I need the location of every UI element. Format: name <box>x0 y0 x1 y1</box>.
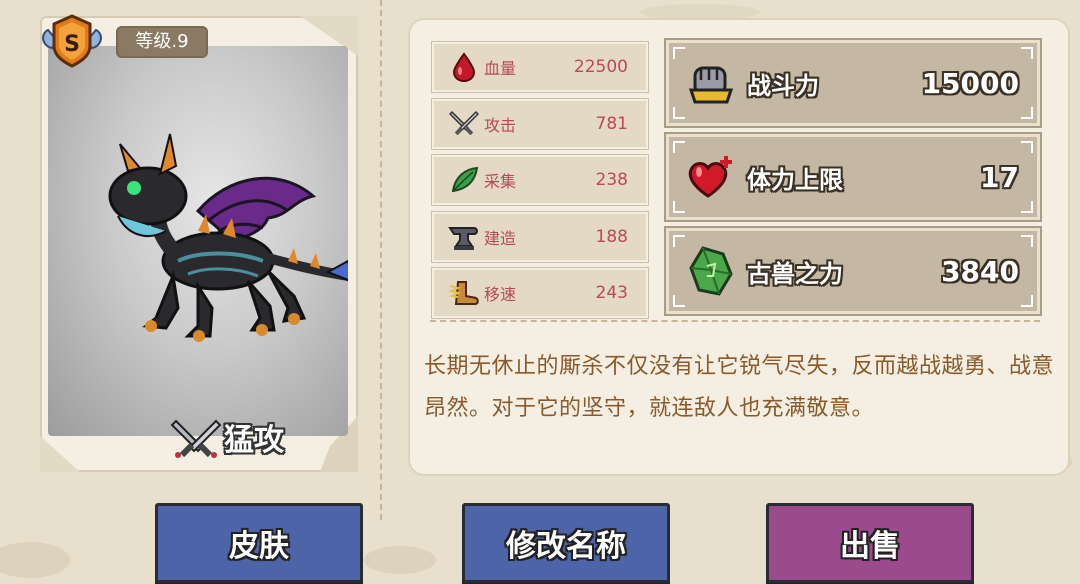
power-stat-value: 17 <box>980 160 1019 194</box>
fist-icon <box>685 57 737 109</box>
power-row-ancient: 古兽之力 3840 <box>666 228 1040 314</box>
leaf-icon <box>446 162 482 198</box>
crossed-swords-icon <box>446 106 482 142</box>
skeleton-dragon-image <box>108 133 348 342</box>
attribute-name: 血量 <box>484 59 517 78</box>
power-stat-list: 战斗力 15000 体力上限 17 古兽之力 3840 <box>666 40 1040 322</box>
anvil-icon <box>446 219 482 255</box>
heart-icon <box>685 151 737 203</box>
svg-text:S: S <box>64 32 80 57</box>
power-stat-name: 古兽之力 <box>747 259 843 288</box>
vertical-divider <box>380 0 382 520</box>
blood-drop-icon <box>446 49 482 85</box>
skill-label: 猛攻 <box>224 423 284 458</box>
attribute-row-build: 建造 188 <box>432 211 648 262</box>
attribute-value: 22500 <box>573 57 628 77</box>
sell-button[interactable]: 出售 <box>766 503 974 583</box>
attribute-value: 781 <box>595 113 628 134</box>
crossed-swords-skill-icon <box>170 419 222 458</box>
power-stat-value: 3840 <box>941 254 1019 288</box>
attribute-name: 建造 <box>484 228 517 248</box>
horizontal-divider <box>430 320 1040 322</box>
character-description: 长期无休止的厮杀不仅没有让它锐气尽失，反而越战越勇、战意昂然。对于它的坚守，就连… <box>424 354 1055 421</box>
attribute-value: 243 <box>595 283 628 303</box>
attribute-list: 血量 22500 攻击 781 采集 238 建造 188 移速 243 <box>432 42 648 325</box>
attribute-name: 采集 <box>484 172 517 191</box>
power-stat-name: 战斗力 <box>747 71 819 100</box>
attribute-value: 238 <box>595 170 628 190</box>
attribute-row-speed: 移速 243 <box>432 268 648 318</box>
power-row-stamina: 体力上限 17 <box>666 134 1040 220</box>
character-card: S 等级.9 猛攻 <box>40 14 358 472</box>
rename-button[interactable]: 修改名称 <box>462 503 670 583</box>
attribute-row-hp: 血量 22500 <box>432 42 648 92</box>
power-stat-value: 15000 <box>921 66 1019 100</box>
green-crystal-icon <box>685 245 737 297</box>
attribute-row-gather: 采集 238 <box>432 155 648 205</box>
attribute-row-attack: 攻击 781 <box>432 98 648 149</box>
rank-emblem-icon: S <box>42 14 102 68</box>
winged-boot-icon <box>446 275 482 311</box>
attribute-name: 攻击 <box>484 115 517 135</box>
character-portrait <box>48 46 348 436</box>
level-badge: 等级.9 <box>116 26 208 58</box>
attribute-name: 移速 <box>484 285 517 304</box>
skin-button[interactable]: 皮肤 <box>155 503 363 583</box>
attribute-value: 188 <box>595 226 628 247</box>
power-row-combat: 战斗力 15000 <box>666 40 1040 126</box>
skill-tag: 猛攻 <box>170 412 284 462</box>
power-stat-name: 体力上限 <box>747 165 843 194</box>
